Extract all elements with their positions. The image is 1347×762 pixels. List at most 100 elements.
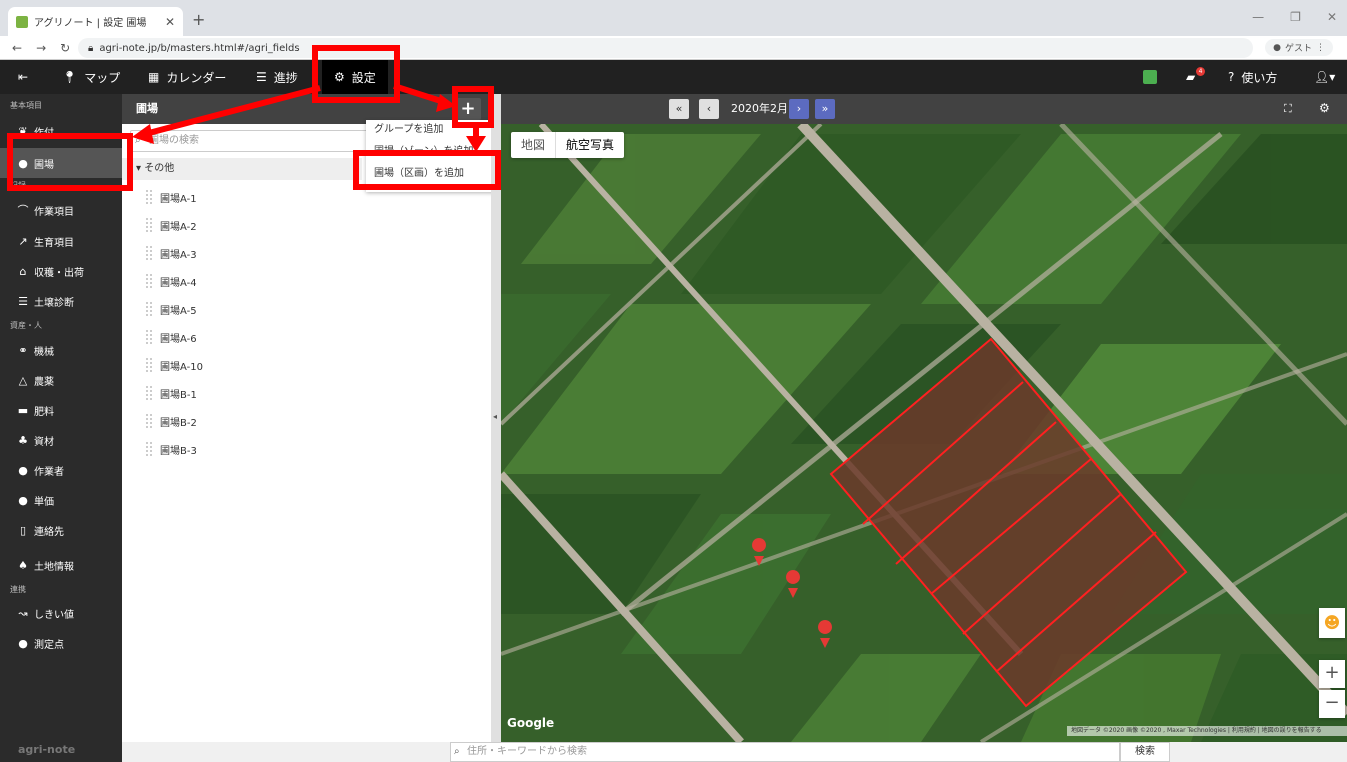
sidebar-item-land-info[interactable]: ♠ 土地情報 (0, 550, 122, 580)
sidebar-item-label: 土壌診断 (34, 297, 74, 309)
sidebar-item-workers[interactable]: ● 作業者 (0, 455, 122, 485)
map-type-satellite[interactable]: 航空写真 (555, 132, 624, 158)
list-item[interactable]: 圃場B-1 (146, 382, 197, 404)
next-year-icon[interactable]: » (815, 99, 835, 119)
sidebar-item-machines[interactable]: ⚭ 機械 (0, 335, 122, 365)
sidebar-item-label: 肥料 (34, 406, 54, 418)
minimize-icon[interactable]: — (1252, 10, 1264, 24)
nav-map[interactable]: 📍︎ マップ (62, 60, 120, 94)
phone-icon: ▯ (19, 523, 27, 537)
profile-label: ゲスト (1284, 44, 1312, 54)
field-name: 圃場B-3 (160, 445, 197, 457)
list-item[interactable]: 圃場B-2 (146, 410, 197, 432)
drag-handle-icon[interactable] (146, 218, 152, 232)
list-item[interactable]: 圃場A-6 (146, 326, 197, 348)
street-view-pegman-icon[interactable]: ☻ (1319, 608, 1345, 638)
field-search-input[interactable]: ⌕ 圃場の検索 (130, 130, 368, 152)
collapse-sidebar-button[interactable]: ⇤ (18, 60, 28, 94)
window-controls: — ❐ ✕ (1252, 10, 1337, 24)
profile-button[interactable]: ● ゲスト ⋮ (1265, 39, 1333, 56)
list-item[interactable]: 圃場A-4 (146, 270, 197, 292)
map-toolbar: « ‹ 2020年2月 › » ⛶ ⚙ (501, 94, 1347, 124)
user-icon: 👤︎▾ (1314, 70, 1336, 84)
menu-dots-icon[interactable]: ⋮ (1316, 43, 1325, 53)
list-icon: ☰ (256, 70, 267, 84)
nav-map-label: マップ (84, 70, 121, 85)
annotation-box-add (452, 86, 494, 128)
drag-handle-icon[interactable] (146, 442, 152, 456)
prev-year-icon[interactable]: « (669, 99, 689, 119)
panel-title: 圃場 (136, 102, 158, 115)
list-item[interactable]: 圃場A-3 (146, 242, 197, 264)
panel-splitter[interactable]: ◂ (491, 94, 501, 742)
drag-handle-icon[interactable] (146, 386, 152, 400)
nav-calendar-label: カレンダー (166, 70, 227, 85)
sidebar-item-label: 機械 (34, 346, 54, 358)
zoom-out-button[interactable]: − (1319, 690, 1345, 718)
sidebar-item-label: 資材 (34, 436, 54, 448)
notebook-button[interactable] (1143, 60, 1157, 94)
address-search-input[interactable]: ⌕ 住所・キーワードから検索 (450, 742, 1120, 762)
fullscreen-icon[interactable]: ⛶ (1284, 102, 1292, 116)
sidebar-item-label: 土地情報 (34, 561, 74, 573)
chart-line-icon: ↝ (18, 606, 28, 620)
gear-icon[interactable]: ⚙ (1319, 101, 1330, 115)
calendar-icon: ▦ (148, 70, 160, 84)
drag-handle-icon[interactable] (146, 358, 152, 372)
forward-icon[interactable]: → (36, 41, 46, 55)
close-window-icon[interactable]: ✕ (1327, 10, 1337, 24)
new-tab-icon[interactable]: + (192, 10, 205, 29)
drag-handle-icon[interactable] (146, 246, 152, 260)
zoom-in-button[interactable]: + (1319, 660, 1345, 688)
drag-handle-icon[interactable] (146, 274, 152, 288)
sidebar-item-label: 収穫・出荷 (34, 267, 84, 279)
map-type-map[interactable]: 地図 (511, 132, 555, 158)
section-links: 連携 (10, 585, 26, 594)
browser-tab[interactable]: アグリノート | 設定 圃場 ✕ (8, 7, 183, 36)
drag-handle-icon[interactable] (146, 302, 152, 316)
drag-handle-icon[interactable] (146, 414, 152, 428)
sidebar-item-fertilizer[interactable]: ▬ 肥料 (0, 395, 122, 425)
annotation-box-settings (312, 45, 400, 103)
close-tab-icon[interactable]: ✕ (165, 15, 175, 29)
menu-item-add-group[interactable]: グループを追加 (374, 120, 443, 140)
sidebar-item-unit-price[interactable]: ● 単価 (0, 485, 122, 515)
drag-handle-icon[interactable] (146, 330, 152, 344)
map-view[interactable]: « ‹ 2020年2月 › » ⛶ ⚙ 地図 航空写真 ☻ + − Google… (501, 94, 1347, 742)
restore-icon[interactable]: ❐ (1290, 10, 1301, 24)
sidebar-item-materials[interactable]: ♣ 資材 (0, 425, 122, 455)
help-button[interactable]: ? 使い方 (1228, 60, 1277, 94)
reload-icon[interactable]: ↻ (60, 41, 70, 55)
user-menu-button[interactable]: 👤︎▾ (1314, 60, 1335, 94)
list-item[interactable]: 圃場A-10 (146, 354, 203, 376)
sidebar-item-threshold[interactable]: ↝ しきい値 (0, 598, 122, 628)
list-item[interactable]: 圃場A-2 (146, 214, 197, 236)
collapse-arrow-icon[interactable]: ◂ (493, 412, 497, 421)
nav-progress[interactable]: ☰ 進捗 (256, 60, 298, 94)
notifications-button[interactable]: ▰ (1186, 60, 1195, 94)
address-bar-row: ← → ↻ 🔒︎ agri-note.jp/b/masters.html#/ag… (0, 36, 1347, 60)
prev-month-icon[interactable]: ‹ (699, 99, 719, 119)
sidebar-item-soil[interactable]: ☰ 土壌診断 (0, 286, 122, 316)
list-item[interactable]: 圃場A-5 (146, 298, 197, 320)
url-field[interactable]: 🔒︎ agri-note.jp/b/masters.html#/agri_fie… (78, 38, 1253, 58)
next-month-icon[interactable]: › (789, 99, 809, 119)
sidebar-item-harvest[interactable]: ⌂ 収穫・出荷 (0, 256, 122, 286)
sidebar-item-contacts[interactable]: ▯ 連絡先 (0, 515, 122, 545)
profile-icon: ● (1273, 42, 1281, 53)
sidebar-item-pesticides[interactable]: △ 農薬 (0, 365, 122, 395)
sidebar-item-label: しきい値 (34, 609, 74, 621)
drag-handle-icon[interactable] (146, 190, 152, 204)
search-button[interactable]: 検索 (1120, 742, 1170, 762)
flask-icon: △ (18, 373, 28, 387)
nav-calendar[interactable]: ▦ カレンダー (148, 60, 226, 94)
sidebar-item-measure-points[interactable]: ● 測定点 (0, 628, 122, 658)
list-item[interactable]: 圃場B-3 (146, 438, 197, 460)
list-item[interactable]: 圃場A-1 (146, 186, 197, 208)
back-icon[interactable]: ← (12, 41, 22, 55)
group-row[interactable]: ▾ その他 (122, 158, 362, 180)
sidebar-item-growth[interactable]: ↗ 生育項目 (0, 226, 122, 256)
sidebar-item-work[interactable]: ⌒ 作業項目 (0, 195, 122, 225)
section-basic: 基本項目 (10, 101, 42, 110)
map-attribution[interactable]: 地図データ ©2020 画像 ©2020 , Maxar Technologie… (1067, 726, 1347, 736)
